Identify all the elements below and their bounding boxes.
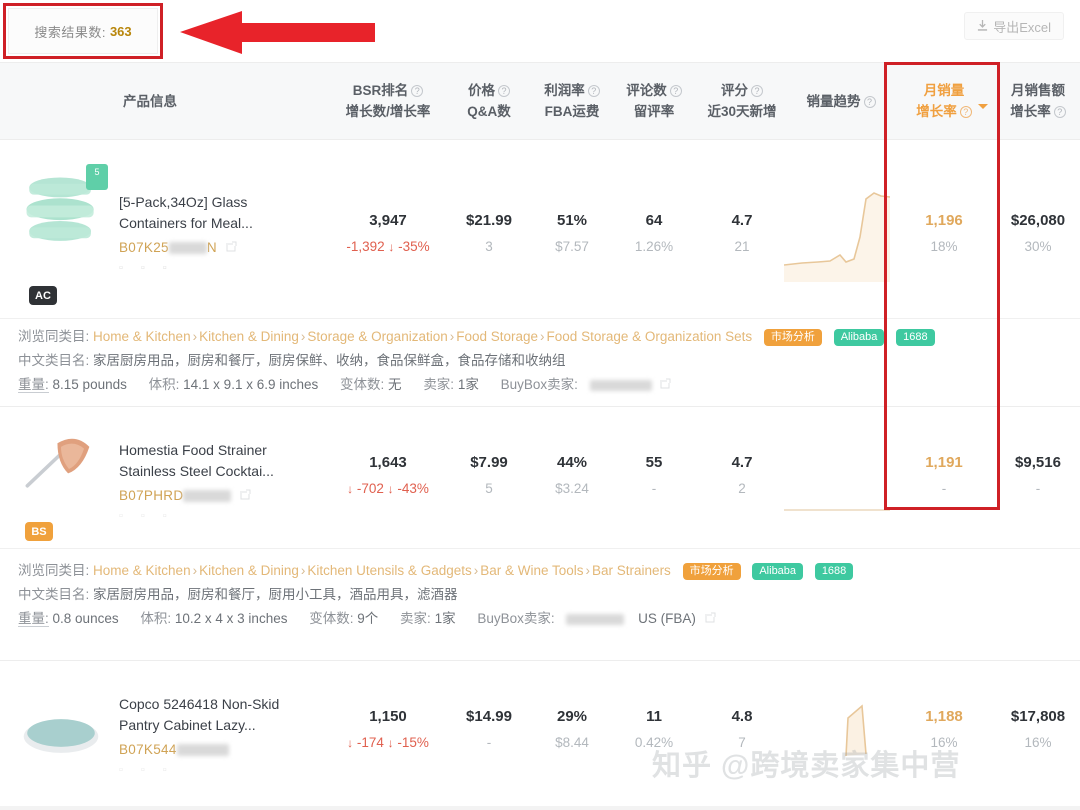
product-asin[interactable]: B07PHRD: [119, 488, 251, 503]
help-icon[interactable]: ?: [669, 85, 682, 98]
column-header-bsr[interactable]: BSR排名? 增长数/增长率: [330, 63, 446, 141]
result-count-label: 搜索结果数:: [34, 24, 106, 40]
column-header-rating[interactable]: 评分? 近30天新增: [692, 63, 792, 141]
cell-bsr: 1,643 ↓ -702 ↓ -43%: [347, 454, 429, 496]
search-result-count: 搜索结果数: 363: [8, 8, 158, 54]
help-icon[interactable]: ?: [411, 85, 424, 98]
product-detail-block: 浏览同类目: Home & Kitchen › Kitchen & Dining › K…: [0, 548, 1080, 640]
product-asin[interactable]: B07K544: [119, 742, 229, 757]
help-icon[interactable]: ?: [863, 95, 876, 108]
tag-1688[interactable]: 1688: [814, 563, 854, 580]
column-header-reviews[interactable]: 评论数? 留评率: [612, 63, 696, 141]
external-link-icon[interactable]: [705, 612, 716, 623]
export-excel-button[interactable]: 导出Excel: [964, 12, 1064, 40]
help-icon[interactable]: ?: [959, 106, 972, 118]
top-toolbar: 搜索结果数: 363 导出Excel: [0, 0, 1080, 62]
table-header: 产品信息 BSR排名? 增长数/增长率 价格? Q&A数 利润率? FBA运费 …: [0, 62, 1080, 140]
cell-monthly-revenue: $9,516-: [1015, 454, 1061, 496]
sales-trend-sparkline[interactable]: [783, 177, 891, 287]
detail-category-path[interactable]: 浏览同类目: Home & Kitchen › Kitchen & Dining › S…: [18, 327, 935, 347]
product-action-icons[interactable]: ▫▫▫: [119, 764, 185, 776]
pack-count-badge: 5: [86, 164, 108, 190]
detail-attributes: 重量: 0.8 ounces 体积: 10.2 x 4 x 3 inches 变…: [18, 609, 716, 629]
export-excel-label: 导出Excel: [993, 19, 1051, 35]
cell-price: $14.99-: [466, 708, 512, 750]
cell-profit: 29% $8.44: [555, 708, 589, 750]
help-icon[interactable]: ?: [751, 85, 763, 98]
tag-market-analysis[interactable]: 市场分析: [682, 563, 741, 580]
column-header-product[interactable]: 产品信息: [105, 63, 195, 141]
cell-reviews: 55-: [645, 454, 663, 496]
cell-monthly-revenue: $17,808 16%: [1010, 708, 1066, 750]
red-arrow-icon: [180, 11, 375, 54]
row-divider: [0, 660, 1080, 661]
product-title[interactable]: [5-Pack,34Oz] Glass Containers for Meal.…: [119, 192, 299, 235]
detail-cn-category: 中文类目名: 家居厨房用品，厨房和餐厅，厨用小工具，酒品用具，滤酒器: [18, 587, 458, 602]
cell-bsr: 3,947 -1,392 ↓ -35%: [346, 212, 430, 254]
chevron-down-icon[interactable]: [978, 104, 988, 109]
cell-monthly-sales: 1,191-: [925, 454, 963, 496]
cell-price: $7.99 5: [470, 454, 508, 496]
detail-attributes: 重量: 8.15 pounds 体积: 14.1 x 9.1 x 6.9 inc…: [18, 375, 671, 395]
help-icon[interactable]: ?: [498, 85, 510, 98]
help-icon[interactable]: ?: [1053, 106, 1066, 118]
product-detail-block: 浏览同类目: Home & Kitchen › Kitchen & Dining › S…: [0, 318, 1080, 404]
product-action-icons[interactable]: ▫▫▫: [119, 262, 185, 274]
product-action-icons[interactable]: ▫▫▫: [119, 510, 185, 522]
tag-alibaba[interactable]: Alibaba: [833, 329, 885, 346]
tag-alibaba[interactable]: Alibaba: [752, 563, 804, 580]
cell-rating: 4.7 2: [731, 454, 753, 496]
bottom-divider: [0, 806, 1080, 810]
cell-monthly-revenue: $26,080 30%: [1010, 212, 1066, 254]
help-icon[interactable]: ?: [587, 85, 600, 98]
result-count-value: 363: [109, 23, 132, 39]
app-root: 搜索结果数: 363 导出Excel 产品信息 BSR排名? 增长数/增长率 价…: [0, 0, 1080, 810]
product-title[interactable]: Homestia Food Strainer Stainless Steel C…: [119, 440, 299, 483]
row-divider: [0, 406, 1080, 407]
product-title[interactable]: Copco 5246418 Non-Skid Pantry Cabinet La…: [119, 694, 299, 737]
best-seller-badge: BS: [25, 522, 53, 541]
column-header-profit[interactable]: 利润率? FBA运费: [530, 63, 614, 141]
watermark: 知乎 @跨境卖家集中营: [652, 750, 961, 782]
column-header-monthly-sales[interactable]: 月销量 增长率?: [892, 63, 996, 141]
cell-reviews: 64 1.26%: [634, 212, 674, 254]
amazon-choice-badge: AC: [29, 286, 57, 305]
detail-category-path[interactable]: 浏览同类目: Home & Kitchen › Kitchen & Dining › K…: [18, 561, 854, 581]
table-row[interactable]: Homestia Food Strainer Stainless Steel C…: [0, 410, 1080, 546]
detail-cn-category: 中文类目名: 家居厨房用品，厨房和餐厅，厨房保鲜、收纳，食品保鲜盒，食品存储和收…: [18, 353, 566, 368]
external-link-icon[interactable]: [660, 378, 671, 389]
download-icon: [978, 20, 988, 31]
cell-monthly-sales: 1,196 18%: [925, 212, 963, 254]
table-row[interactable]: 5 [5-Pack,34Oz] Glass Containers for Mea…: [0, 142, 1080, 314]
sales-trend-sparkline[interactable]: [784, 430, 890, 530]
cell-price: $21.99 3: [466, 212, 512, 254]
arrow-down-icon: ↓: [388, 240, 395, 254]
tag-market-analysis[interactable]: 市场分析: [763, 329, 822, 346]
product-thumbnail[interactable]: [22, 694, 100, 772]
arrow-down-icon: ↓: [347, 736, 354, 750]
column-header-price[interactable]: 价格? Q&A数: [452, 63, 526, 141]
arrow-down-icon: ↓: [347, 482, 354, 496]
column-header-monthly-revenue[interactable]: 月销售额 增长率?: [996, 63, 1080, 141]
arrow-down-icon: ↓: [387, 736, 394, 750]
table-row[interactable]: Copco 5246418 Non-Skid Pantry Cabinet La…: [0, 664, 1080, 810]
tag-1688[interactable]: 1688: [896, 329, 935, 346]
cell-profit: 44% $3.24: [555, 454, 589, 496]
cell-rating: 4.7 21: [731, 212, 753, 254]
external-link-icon[interactable]: [226, 241, 237, 252]
product-thumbnail[interactable]: [22, 422, 100, 500]
cell-bsr: 1,150 ↓ -174 ↓ -15%: [347, 708, 429, 750]
external-link-icon[interactable]: [240, 489, 251, 500]
arrow-down-icon: ↓: [387, 482, 394, 496]
column-header-sales-trend[interactable]: 销量趋势?: [792, 63, 890, 141]
product-asin[interactable]: B07K25 N: [119, 240, 237, 255]
cell-profit: 51% $7.57: [555, 212, 589, 254]
